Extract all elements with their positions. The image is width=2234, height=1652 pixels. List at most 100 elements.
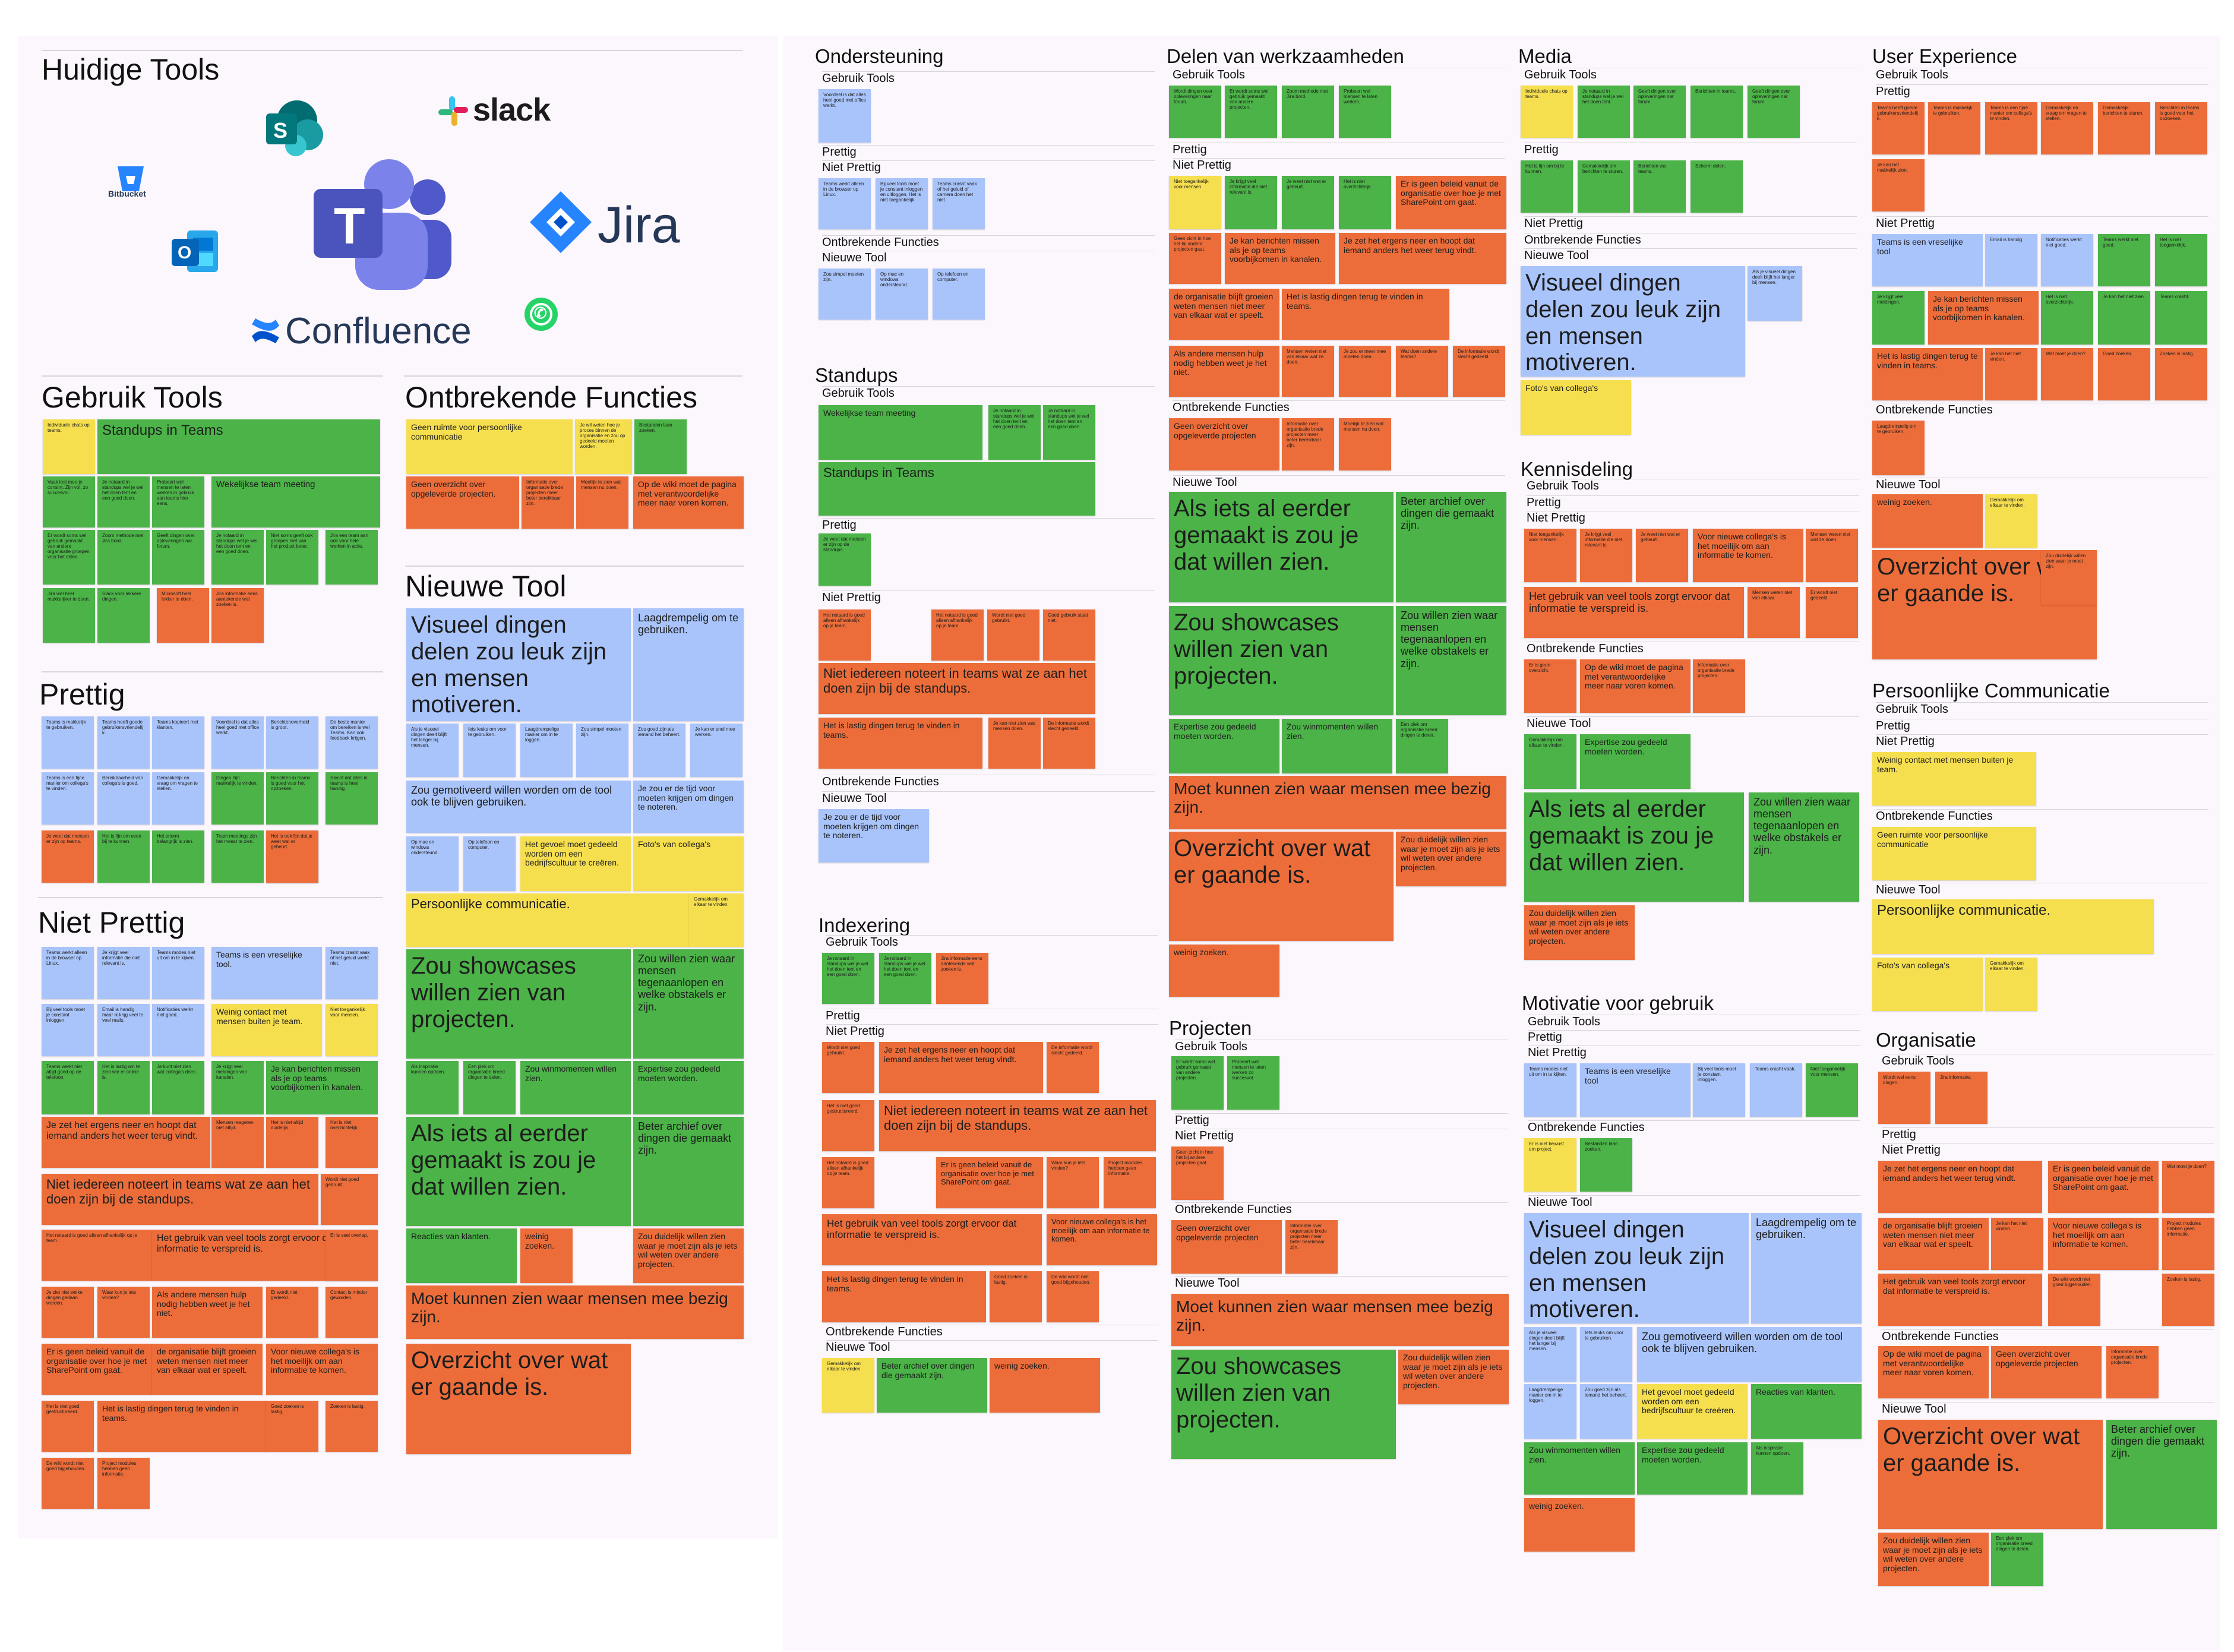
sticky-note[interactable]: Als andere mensen hulp nodig hebben weet… <box>152 1287 263 1338</box>
sticky-note[interactable]: Jira informatie eens aantekende wat zoek… <box>936 953 988 1004</box>
sticky-note[interactable]: Je zou er de tijd voor moeten krijgen om… <box>633 781 744 833</box>
sticky-note[interactable]: Er is geen beleid vanuit de organisatie … <box>2048 1161 2159 1213</box>
sticky-note[interactable]: Teams kopieert met klanten. <box>152 716 204 769</box>
sticky-note[interactable]: Iets leuks om voor te gebruiken. <box>1580 1327 1632 1382</box>
sticky-note[interactable]: Scherm delen. <box>1690 160 1743 213</box>
sticky-note[interactable]: Je zet het ergens neer en hoopt dat iema… <box>879 1042 1043 1093</box>
sticky-note[interactable]: Zou gemotiveerd willen worden om de tool… <box>1637 1327 1862 1382</box>
sticky-note[interactable]: Er wordt soms wel gebruik gemaakt van an… <box>1171 1056 1224 1110</box>
sticky-note[interactable]: Zou showcases willen zien van projecten. <box>1169 606 1394 715</box>
sticky-note[interactable]: Standups in Teams <box>819 462 1095 516</box>
sticky-note[interactable]: Het is lastig dingen terug te vinden in … <box>822 1271 986 1322</box>
sticky-note[interactable]: Je kan het niet vinden. <box>1991 1218 2043 1270</box>
sticky-note[interactable]: Email is handig maar ik krijg veel te ve… <box>97 1004 150 1056</box>
sticky-note[interactable]: Gemakkelijk om elkaar te vinden. <box>1524 734 1576 789</box>
sticky-note[interactable]: Als inspiratie kunnen opdoen. <box>1751 1442 1803 1495</box>
sticky-note[interactable]: Teams is een fijne manier om collega's t… <box>1985 102 2037 154</box>
sticky-note[interactable]: Je krijgt veel informatie die niet relev… <box>1225 176 1277 229</box>
sticky-note[interactable]: Informatie over organisatie brede projec… <box>1693 659 1745 713</box>
sticky-note[interactable]: Standups in Teams <box>97 419 380 474</box>
sticky-note[interactable]: Teams is een fijne manier om collega's t… <box>42 772 94 825</box>
sticky-note[interactable]: weinig zoeken. <box>1169 945 1279 997</box>
sticky-note[interactable]: Slecht dat alles in teams is heel handig… <box>326 772 378 825</box>
sticky-note[interactable]: Het is niet toegankelijk. <box>2155 234 2207 286</box>
sticky-note[interactable]: Goed zoeken. <box>2098 348 2150 400</box>
sticky-note[interactable]: Waar kun je iets vinden? <box>1047 1157 1099 1208</box>
sticky-note[interactable]: Bestanden laan zoeken. <box>634 419 687 474</box>
sticky-note[interactable]: Het gebruik van veel tools zorgt ervoor … <box>822 1214 1042 1265</box>
sticky-note[interactable]: Het notaard is goed alleen afhankelijk o… <box>42 1230 152 1281</box>
sticky-note[interactable]: Probeert wel mensen te laten werken zo s… <box>1227 1056 1279 1110</box>
sticky-note[interactable]: Op telefoon en computer. <box>933 269 985 320</box>
sticky-note[interactable]: Waar kun je iets vinden? <box>97 1287 150 1338</box>
sticky-note[interactable]: Visueel dingen delen zou leuk zijn en me… <box>1521 266 1745 377</box>
sticky-note[interactable]: Contact is minder geworden. <box>326 1287 378 1338</box>
sticky-note[interactable]: Teams heeft goede gebruikersvriendelijk. <box>1872 102 1925 154</box>
sticky-note[interactable]: Als inspiratie kunnen opdoen. <box>406 1061 459 1114</box>
sticky-note[interactable]: Er wordt soms wel gebruik gemaakt van an… <box>1225 86 1277 138</box>
sticky-note[interactable]: Overzicht over wat er gaande is. <box>1878 1420 2103 1529</box>
sticky-note[interactable]: Als je visueel dingen deelt blijft het l… <box>1748 266 1802 321</box>
sticky-note[interactable]: Zoom methode met Jira bord. <box>97 530 150 585</box>
sticky-note[interactable]: Moeilijk te zien wat mensen nu doen. <box>576 476 628 529</box>
sticky-note[interactable]: Notificaties werkt niet goed. <box>2041 234 2093 286</box>
sticky-note[interactable]: Er is geen beleid vanuit de organisatie … <box>42 1344 152 1395</box>
sticky-note[interactable]: Er wordt soms wel gebruik gemaakt van an… <box>43 530 95 585</box>
sticky-note[interactable]: Zou winmomenten willen zien. <box>1282 719 1392 773</box>
sticky-note[interactable]: Je zet het ergens neer en hoopt dat iema… <box>1878 1161 2042 1213</box>
sticky-note[interactable]: weinig zoeken. <box>1524 1498 1635 1552</box>
sticky-note[interactable]: Het is niet overzichtelijk. <box>1339 176 1391 229</box>
sticky-note[interactable]: Berichten in teams is goed voor het opzo… <box>2155 102 2207 154</box>
sticky-note[interactable]: Project modules hebben geen informatie. <box>97 1458 150 1509</box>
sticky-note[interactable]: De wiki wordt niet goed bijgehouden. <box>1047 1271 1099 1322</box>
sticky-note[interactable]: Het is lastig dingen terug te vinden in … <box>1282 289 1449 340</box>
sticky-note[interactable]: Geen zicht in hoe het bij andere project… <box>1169 233 1221 284</box>
sticky-note[interactable]: Zou winmomenten willen zien. <box>520 1061 631 1114</box>
sticky-note[interactable]: Geen overzicht over opgeleverde projecte… <box>1991 1346 2102 1398</box>
sticky-note[interactable]: Teams modes niet uit om in te kijken. <box>1524 1063 1576 1117</box>
sticky-note[interactable]: Beter archief over dingen die gemaakt zi… <box>633 1117 744 1226</box>
sticky-note[interactable]: Expertise zou gedeeld moeten worden. <box>1637 1442 1748 1495</box>
sticky-note[interactable]: Je kan het makkelijk zien. <box>1872 159 1925 211</box>
sticky-note[interactable]: Mensen weten niet van elkaar. <box>1748 587 1800 638</box>
sticky-note[interactable]: Slack voor lekkere dingen. <box>97 588 150 643</box>
sticky-note[interactable]: Het is niet overzichtelijk. <box>2041 291 2093 345</box>
sticky-note[interactable]: Er is veel overlap. <box>326 1230 378 1281</box>
sticky-note[interactable]: Je krijgt veel informatie die niet relev… <box>97 947 150 999</box>
sticky-note[interactable]: Je krijgt veel meldingen. <box>1872 291 1925 345</box>
sticky-note[interactable]: Wat moet je doen? <box>2162 1161 2214 1213</box>
sticky-note[interactable]: Jira informatie eens aantekende wat zoek… <box>211 588 264 643</box>
sticky-note[interactable]: Visueel dingen delen zou leuk zijn en me… <box>406 608 631 721</box>
sticky-note[interactable]: Visueel dingen delen zou leuk zijn en me… <box>1524 1213 1749 1324</box>
sticky-note[interactable]: Je notaard in standups wel je wel het do… <box>1043 405 1095 460</box>
sticky-note[interactable]: Bij veel tools moet je constant inloggen… <box>876 178 928 229</box>
sticky-note[interactable]: Je notaard in standups wel je wel het do… <box>1578 86 1630 138</box>
sticky-note[interactable]: Informatie over organisatie brede projec… <box>1282 418 1334 470</box>
sticky-note[interactable]: Er is geen beleid vanuit de organisatie … <box>1396 176 1506 229</box>
sticky-note[interactable]: Individuele chats op teams. <box>43 419 95 474</box>
sticky-note[interactable]: Notificaties werkt niet goed. <box>152 1004 204 1056</box>
sticky-note[interactable]: Foto's van collega's <box>1521 380 1631 435</box>
sticky-note[interactable]: Wordt niet goed gebruikt. <box>987 609 1039 661</box>
sticky-note[interactable]: Gemakkelijk om elkaar te vinden. <box>822 1358 874 1413</box>
sticky-note[interactable]: Berichten in teams. <box>1690 86 1743 138</box>
sticky-note[interactable]: Voor nieuwe collega's is het moeilijk om… <box>1047 1214 1157 1265</box>
whiteboard-canvas[interactable]: Huidige Tools S slack Bitbucket T Jira O… <box>0 0 2234 1652</box>
sticky-note[interactable]: Voor nieuwe collega's is het moeilijk om… <box>266 1344 378 1395</box>
sticky-note[interactable]: Het is lastig om te zien wie er online i… <box>97 1061 150 1114</box>
sticky-note[interactable]: Gemakkelijk om elkaar te vinden. <box>1985 958 2037 1011</box>
sticky-note[interactable]: Het is lastig dingen terug te vinden in … <box>819 718 982 769</box>
sticky-note[interactable]: Wordt niet goed gebruikt. <box>321 1174 378 1225</box>
sticky-note[interactable]: Geeft dingen over opleveringen nar forum… <box>1748 86 1800 138</box>
sticky-note[interactable]: Teams werkt alleen in de browser op Linu… <box>819 178 871 229</box>
sticky-note[interactable]: Je notaard in standups wel je wel het do… <box>879 953 931 1004</box>
sticky-note[interactable]: Je krijgt veel meldingen van kanalen. <box>211 1061 264 1114</box>
sticky-note[interactable]: De wiki wordt niet goed bijgehouden. <box>42 1458 94 1509</box>
sticky-note[interactable]: Op de wiki moet de pagina met verantwoor… <box>633 476 744 529</box>
sticky-note[interactable]: Zou willen zien waar mensen tegenaanlope… <box>1749 792 1859 902</box>
sticky-note[interactable]: Geen overzicht over opgeleverde projecte… <box>406 476 519 529</box>
sticky-note[interactable]: Teams heeft goede gebruikersvriendelijk. <box>97 716 150 769</box>
sticky-note[interactable]: Je kan berichten missen als je op teams … <box>1225 233 1335 284</box>
sticky-note[interactable]: Geen ruimte voor persoonlijke communicat… <box>1872 827 2036 880</box>
sticky-note[interactable]: Je kan niet zien wat mensen doen. <box>988 718 1041 769</box>
